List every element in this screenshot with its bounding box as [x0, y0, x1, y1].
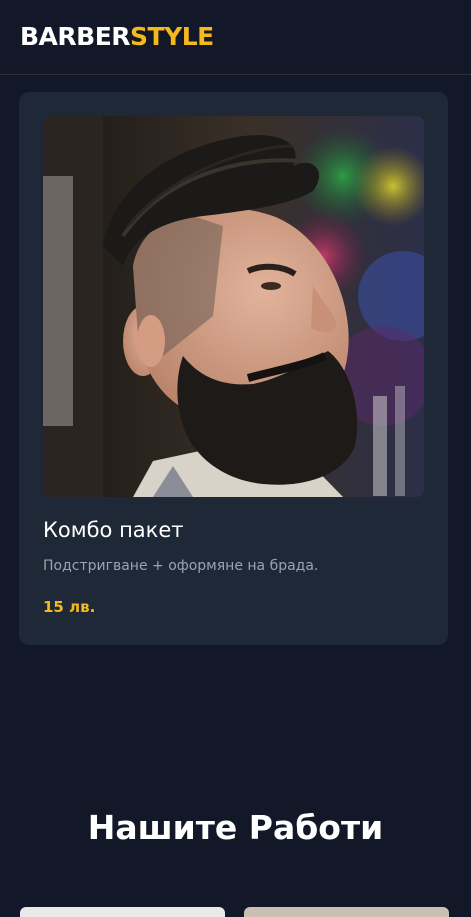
logo-text-style: STYLE: [130, 22, 214, 51]
logo-text-barber: BARBER: [20, 22, 131, 51]
gallery-item[interactable]: [20, 907, 225, 917]
bearded-man-photo: [43, 116, 424, 497]
service-card: Комбо пакет Подстригване + оформяне на б…: [19, 92, 448, 645]
site-header: BARBERSTYLE: [0, 0, 471, 75]
service-photo: [43, 116, 424, 497]
service-title: Комбо пакет: [43, 518, 184, 542]
brand-logo[interactable]: BARBERSTYLE: [20, 22, 214, 52]
works-section-title: Нашите Работи: [87, 808, 384, 847]
service-price: 15 лв.: [43, 598, 96, 616]
gallery-item[interactable]: [244, 907, 449, 917]
service-description: Подстригване + оформяне на брада.: [43, 558, 319, 574]
